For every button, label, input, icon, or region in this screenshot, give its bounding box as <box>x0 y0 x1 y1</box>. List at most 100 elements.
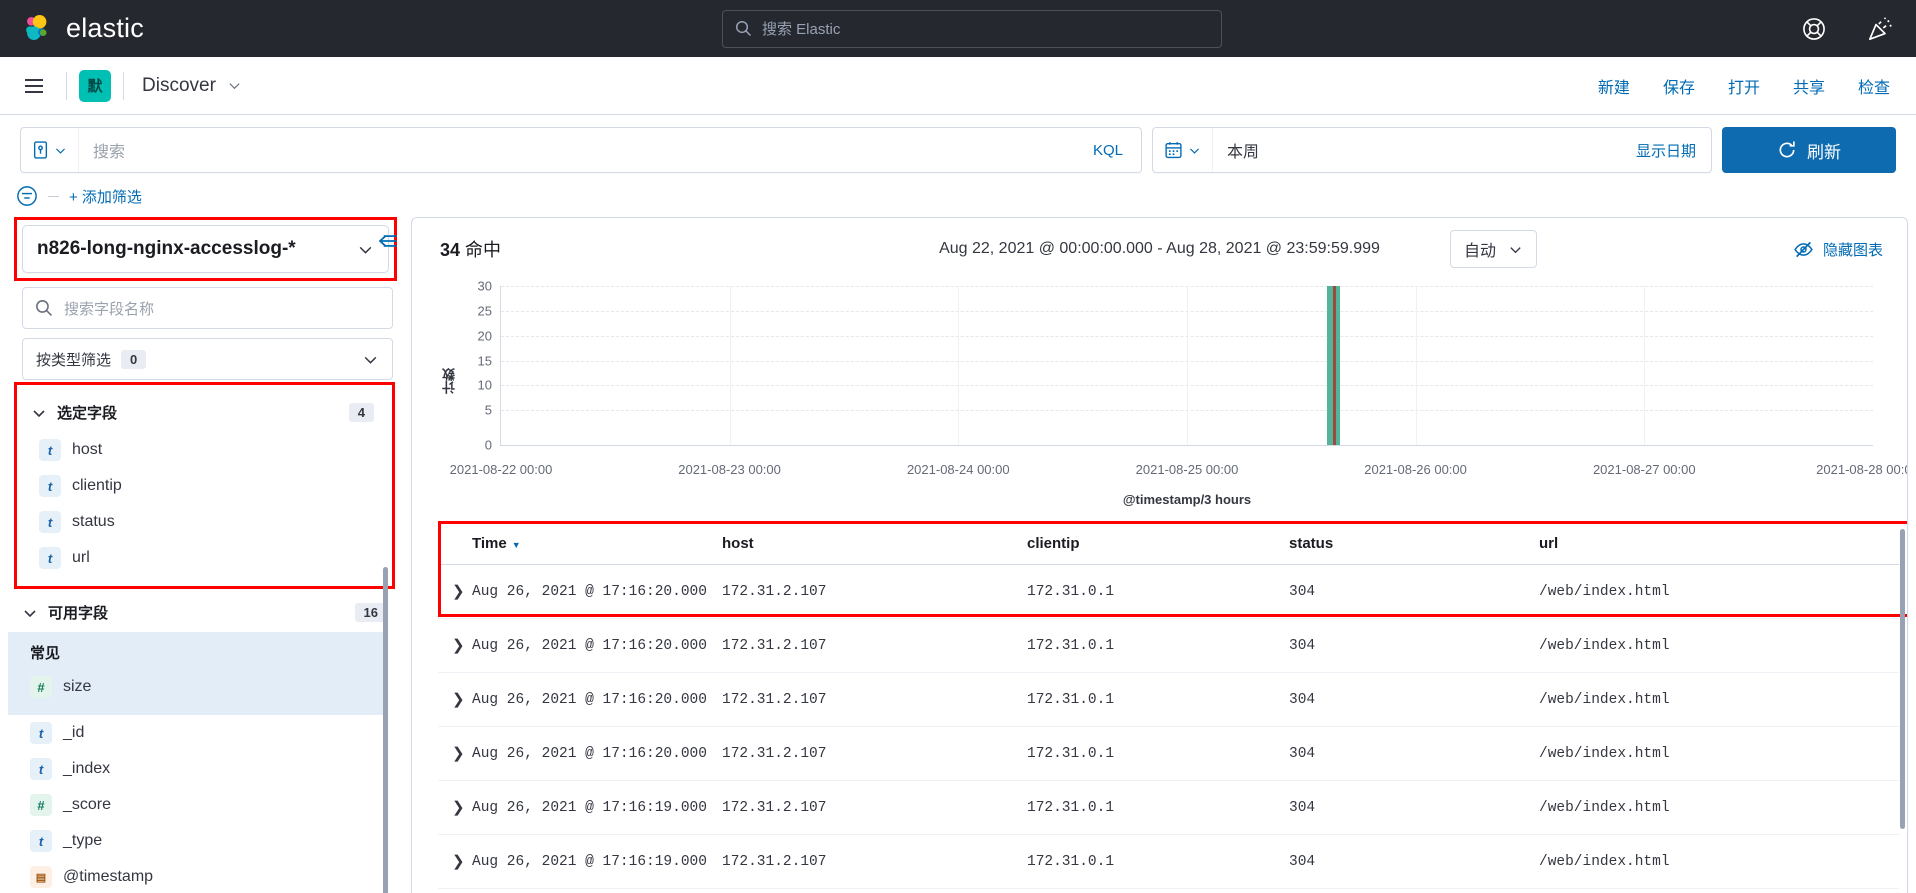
index-pattern-select[interactable]: n826-long-nginx-accesslog-* <box>22 225 389 273</box>
field-item-_type[interactable]: t _type <box>8 823 405 859</box>
chart-interval-select[interactable]: 自动 <box>1449 230 1537 268</box>
add-filter-button[interactable]: + 添加筛选 <box>69 186 142 207</box>
chevron-right-icon[interactable]: ❯ <box>452 692 465 709</box>
sidebar-scrollbar[interactable] <box>383 567 388 893</box>
chevron-right-icon[interactable]: ❯ <box>452 854 465 871</box>
chevron-right-icon[interactable]: ❯ <box>452 800 465 817</box>
lifebuoy-icon[interactable] <box>1801 16 1827 42</box>
field-name: @timestamp <box>63 868 154 885</box>
available-fields-header[interactable]: 可用字段 16 <box>8 589 405 632</box>
chevron-down-icon <box>229 83 240 90</box>
table-header-row: Time ▼ host clientip status url <box>438 521 1899 565</box>
field-search-input[interactable]: 搜索字段名称 <box>22 287 393 329</box>
expand-cell[interactable]: ❯ <box>438 672 472 727</box>
share-link[interactable]: 共享 <box>1793 74 1825 98</box>
table-scrollbar[interactable] <box>1900 529 1905 829</box>
show-dates-button[interactable]: 显示日期 <box>1636 140 1711 161</box>
table-row[interactable]: ❯ Aug 26, 2021 @ 17:16:20.000 172.31.2.1… <box>438 726 1899 781</box>
saved-query-button[interactable] <box>21 128 79 172</box>
chart-plot-area[interactable]: 30 25 20 15 10 5 0 2021-08-22 00:00 2021… <box>450 279 1907 508</box>
expand-cell[interactable]: ❯ <box>438 618 472 673</box>
cell-clientip: 172.31.0.1 <box>1027 726 1289 781</box>
field-item-clientip[interactable]: t clientip <box>17 468 392 504</box>
cell-time: Aug 26, 2021 @ 17:16:20.000 <box>472 564 722 619</box>
hide-chart-label: 隐藏图表 <box>1822 241 1883 259</box>
save-link[interactable]: 保存 <box>1663 74 1695 98</box>
cell-url: /web/index.html <box>1539 834 1899 889</box>
space-badge[interactable]: 默 <box>79 69 111 102</box>
chevron-right-icon[interactable]: ❯ <box>452 638 465 655</box>
date-range-value[interactable]: 本周 <box>1213 138 1636 162</box>
elastic-logo-icon <box>20 12 53 45</box>
column-header-status[interactable]: status <box>1289 521 1539 565</box>
query-language-button[interactable]: KQL <box>1093 142 1141 159</box>
field-item-timestamp[interactable]: ▤ @timestamp <box>8 859 405 893</box>
field-type-filter-label: 按类型筛选 <box>36 351 112 369</box>
field-item-url[interactable]: t url <box>17 540 392 576</box>
x-tick: 2021-08-28 00:00 <box>1816 462 1907 477</box>
elastic-brand[interactable]: elastic <box>0 12 144 45</box>
y-tick: 10 <box>477 377 492 393</box>
chevron-right-icon[interactable]: ❯ <box>452 746 465 763</box>
y-tick: 25 <box>477 303 492 319</box>
table-row[interactable]: ❯ Aug 26, 2021 @ 17:16:20.000 172.31.2.1… <box>438 672 1899 727</box>
column-header-clientip[interactable]: clientip <box>1027 521 1289 565</box>
table-row[interactable]: ❯ Aug 26, 2021 @ 17:16:20.000 172.31.2.1… <box>438 564 1899 619</box>
filter-settings-icon[interactable] <box>16 185 38 207</box>
query-input-container[interactable]: 搜索 KQL <box>20 127 1142 173</box>
cell-time: Aug 26, 2021 @ 17:16:20.000 <box>472 726 722 781</box>
open-link[interactable]: 打开 <box>1728 74 1760 98</box>
string-type-icon: t <box>39 439 61 461</box>
hide-chart-button[interactable]: 隐藏图表 <box>1793 239 1883 260</box>
cell-clientip: 172.31.0.1 <box>1027 564 1289 619</box>
cell-url: /web/index.html <box>1539 618 1899 673</box>
documents-table: Time ▼ host clientip status url ❯ Aug 26,… <box>438 521 1899 889</box>
cell-time: Aug 26, 2021 @ 17:16:19.000 <box>472 780 722 835</box>
table-row[interactable]: ❯ Aug 26, 2021 @ 17:16:19.000 172.31.2.1… <box>438 780 1899 835</box>
chevron-down-icon <box>56 147 65 154</box>
chevron-down-icon <box>359 246 372 254</box>
field-type-filter-button[interactable]: 按类型筛选 0 <box>22 338 393 380</box>
column-header-host[interactable]: host <box>722 521 1027 565</box>
expand-column-header <box>438 521 472 565</box>
selected-fields-header[interactable]: 选定字段 4 <box>17 389 392 432</box>
number-type-icon: # <box>30 676 52 698</box>
search-icon <box>36 300 52 316</box>
nav-divider-2 <box>123 71 124 100</box>
app-title-breadcrumb[interactable]: Discover <box>136 75 242 97</box>
expand-cell[interactable]: ❯ <box>438 564 472 619</box>
cell-host: 172.31.2.107 <box>722 834 1027 889</box>
query-input[interactable]: 搜索 <box>79 138 1093 162</box>
column-header-time[interactable]: Time ▼ <box>472 521 722 565</box>
column-header-url[interactable]: url <box>1539 521 1899 565</box>
cell-url: /web/index.html <box>1539 780 1899 835</box>
field-item-status[interactable]: t status <box>17 504 392 540</box>
expand-cell[interactable]: ❯ <box>438 834 472 889</box>
collapse-sidebar-icon[interactable] <box>375 231 399 256</box>
string-type-icon: t <box>30 758 52 780</box>
new-link[interactable]: 新建 <box>1598 74 1630 98</box>
expand-cell[interactable]: ❯ <box>438 780 472 835</box>
table-row[interactable]: ❯ Aug 26, 2021 @ 17:16:19.000 172.31.2.1… <box>438 834 1899 889</box>
cell-url: /web/index.html <box>1539 564 1899 619</box>
field-item-_index[interactable]: t _index <box>8 751 405 787</box>
chevron-right-icon[interactable]: ❯ <box>452 584 465 601</box>
field-item-size[interactable]: # size <box>8 669 385 705</box>
date-type-icon: ▤ <box>30 866 52 888</box>
field-item-_score[interactable]: # _score <box>8 787 405 823</box>
refresh-button[interactable]: 刷新 <box>1722 127 1896 173</box>
sort-desc-icon[interactable]: ▼ <box>512 540 521 550</box>
hamburger-menu-icon[interactable] <box>14 66 54 106</box>
party-popper-icon[interactable] <box>1867 15 1894 42</box>
table-row[interactable]: ❯ Aug 26, 2021 @ 17:16:20.000 172.31.2.1… <box>438 618 1899 673</box>
global-search-input[interactable]: 搜索 Elastic <box>722 9 1222 48</box>
expand-cell[interactable]: ❯ <box>438 726 472 781</box>
hits-count-display: 34 命中 <box>440 236 501 262</box>
cell-time: Aug 26, 2021 @ 17:16:19.000 <box>472 834 722 889</box>
histogram-chart[interactable]: 计数 30 25 20 15 10 5 0 2021-08-22 00:00 2… <box>438 276 1907 521</box>
field-item-_id[interactable]: t _id <box>8 715 405 751</box>
field-item-host[interactable]: t host <box>17 432 392 468</box>
date-picker-container[interactable]: 本周 显示日期 <box>1152 127 1712 173</box>
date-quick-select-button[interactable] <box>1153 128 1213 172</box>
inspect-link[interactable]: 检查 <box>1858 74 1890 98</box>
